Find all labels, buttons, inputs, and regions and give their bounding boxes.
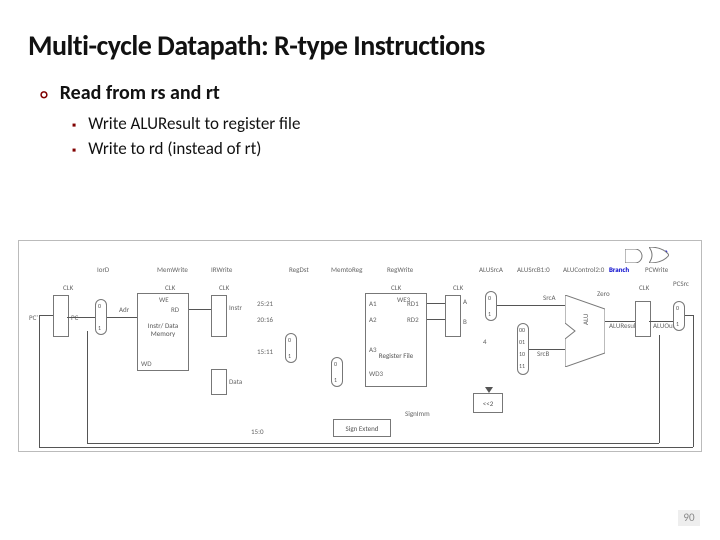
label-rf-rd2: RD2 [407,315,419,324]
label-mem-we: WE [159,295,169,304]
gate-and-branch [625,249,643,263]
label-reg-b: B [463,317,467,326]
label-adr: Adr [119,305,129,314]
label-irwrite: IRWrite [211,265,232,274]
wire-pcprime-bottom [39,447,693,448]
label-zero: Zero [597,289,610,298]
label-rf-a3: A3 [369,345,377,354]
label-srca: SrcA [543,293,556,302]
wire-feedback-bottom [87,443,659,444]
label-alusrcb: ALUSrcB1:0 [517,265,550,274]
label-clk-aluout: CLK [639,283,649,292]
bullet-write-aluresult: Write ALUResult to register file [72,113,692,134]
wire-rd1-to-a [427,303,445,304]
label-branch: Branch [609,265,629,274]
mux-alusrca: 0 1 [485,291,497,321]
wire-pcsrc-down [693,315,694,447]
label-field-rd: 15:11 [257,347,273,356]
label-regwrite: RegWrite [387,265,413,274]
block-reg-a [445,295,461,337]
shl2-tri-icon [485,387,493,393]
wire-pcprime-up [39,315,40,447]
block-ir-reg [211,295,227,337]
label-alu: ALU [581,314,590,325]
wire-feedback-up [87,331,88,443]
block-data-reg [211,369,227,395]
label-regdst: RegDst [289,265,309,274]
mux-alusrcb: 00 01 10 11 [517,323,529,375]
gate-or-pcen [649,247,669,263]
label-iord: IorD [97,265,109,274]
wire-mem-to-ir [189,309,211,310]
label-srcb: SrcB [537,349,549,358]
label-memtoreg: MemtoReg [331,265,362,274]
label-const4: 4 [483,337,487,346]
mux-memtoreg: 0 1 [331,357,343,387]
block-shl2: <<2 [473,393,503,413]
label-reg-a: A [463,297,467,306]
label-signimm: SignImm [405,409,430,418]
label-clk-mem: CLK [165,283,175,292]
label-rf-rd1: RD1 [407,299,419,308]
label-field-rs: 25:21 [257,299,273,308]
wire-rd2-to-b [427,319,445,320]
label-rf-a2: A2 [369,315,377,324]
wire-iordmux-to-mem [107,317,137,318]
label-clk-pc: CLK [63,283,73,292]
label-rf-a1: A1 [369,299,377,308]
bullet-list-l2: Write ALUResult to register file Write t… [28,113,692,159]
bullet-read-rs-rt: Read from rs and rt [40,81,692,105]
mux-regdst: 0 1 [285,333,297,363]
label-pcwrite: PCWrite [645,265,668,274]
wire-aluout-to-pcsrcmux [649,321,673,322]
mux-pcsrc: 0 1 [673,301,685,331]
label-data-reg: Data [229,377,242,386]
block-sign-extend: Sign Extend [333,419,391,437]
label-alusrca: ALUSrcA [479,265,503,274]
label-clk-rf: CLK [391,283,401,292]
label-rf-wd3: WD3 [369,369,383,378]
label-pcsrc: PCSrc [673,279,689,288]
datapath-diagram: IorD MemWrite IRWrite RegDst MemtoReg Re… [18,240,702,452]
block-aluout-reg [635,301,651,337]
label-aluout: ALUOut [653,321,675,330]
wire-pcsrc-out [685,315,693,316]
wire-srcb-to-alu [529,349,565,350]
mux-iord: 0 1 [95,299,107,335]
slide: Multi-cycle Datapath: R-type Instruction… [0,0,720,540]
label-memwrite: MemWrite [157,265,188,274]
page-number: 90 [678,510,700,526]
label-pcprime: PC' [29,313,38,322]
block-pc-reg [53,295,69,337]
block-alu [565,295,605,367]
wire-alu-to-aluout [605,321,635,322]
label-aluresult: ALUResult [609,321,638,330]
label-alucontrol: ALUControl2:0 [563,265,604,274]
bullet-list-l1: Read from rs and rt [28,81,692,105]
label-field-imm: 15:0 [251,427,264,436]
wire-pcprime-to-pc [39,315,53,316]
label-clk-ir: CLK [219,283,229,292]
label-field-rt: 20:16 [257,315,273,324]
label-instr: Instr [229,303,242,312]
wire-feedback-down [659,335,660,443]
bullet-write-rd: Write to rd (instead of rt) [72,138,692,159]
label-mem-wd: WD [141,359,152,368]
label-clk-ab: CLK [453,283,463,292]
label-mem-rd: RD [171,305,179,314]
wire-pc-to-iordmux [67,317,95,318]
slide-title: Multi-cycle Datapath: R-type Instruction… [28,28,692,63]
wire-srca-to-alu [497,305,565,306]
